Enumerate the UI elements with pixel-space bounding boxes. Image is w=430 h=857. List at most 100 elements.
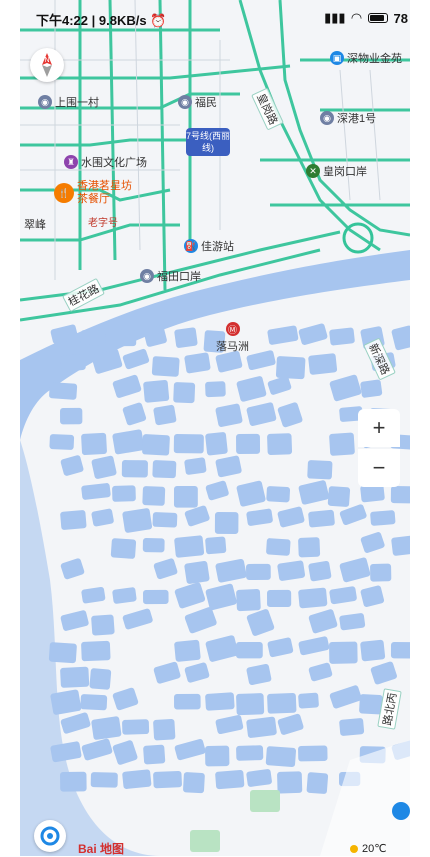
- fish-pond: [214, 512, 239, 534]
- fish-pond: [267, 692, 297, 714]
- fish-pond: [390, 642, 410, 659]
- fish-pond: [360, 379, 383, 398]
- fish-pond: [153, 404, 177, 426]
- fish-pond: [173, 486, 198, 508]
- signal-icon: ▮▮▮: [324, 10, 346, 25]
- map-canvas[interactable]: ◉ 上围一村 ◉ 福民 ▣ 深物业金苑 ◉ 深港1号 ✕ 皇岗口岸 ♜ 水围文化…: [20, 0, 410, 856]
- poi-jiayou[interactable]: ⛽ 佳游站: [184, 238, 234, 254]
- fish-pond: [266, 538, 291, 556]
- fish-pond: [236, 693, 265, 716]
- fish-pond: [142, 434, 170, 456]
- fish-pond: [60, 666, 90, 688]
- fish-pond: [266, 486, 291, 503]
- locate-button[interactable]: [34, 820, 66, 852]
- fish-pond: [236, 641, 263, 659]
- fish-pond: [236, 745, 264, 761]
- place-icon: ◉: [320, 111, 334, 125]
- fish-pond: [49, 382, 78, 400]
- compass-button[interactable]: N: [30, 48, 64, 82]
- fish-pond: [174, 639, 201, 662]
- restaurant-icon: 🍴: [54, 183, 74, 203]
- locate-icon: [40, 826, 60, 846]
- baidu-map-logo: Bai 地图: [78, 842, 125, 856]
- poi-label: 深物业金苑: [347, 53, 402, 65]
- fish-pond: [298, 587, 328, 609]
- building-icon: ▣: [330, 51, 344, 65]
- poi-luomazhou[interactable]: Ⓜ 落马洲: [216, 322, 249, 354]
- fish-pond: [174, 693, 201, 710]
- fish-pond: [183, 772, 205, 794]
- fish-pond: [308, 509, 335, 528]
- poi-water-plaza[interactable]: ♜ 水围文化广场: [64, 154, 147, 170]
- fish-pond: [121, 460, 148, 478]
- fish-pond: [143, 589, 169, 605]
- fish-pond: [370, 510, 396, 526]
- fish-pond: [110, 538, 137, 559]
- fish-pond: [360, 639, 386, 662]
- alarm-icon: ⏰: [150, 13, 167, 28]
- fish-pond: [298, 692, 319, 709]
- fish-pond: [153, 770, 182, 789]
- poi-huanggang-port[interactable]: ✕ 皇岗口岸: [306, 163, 367, 179]
- poi-label: 上围一村: [55, 97, 99, 109]
- fish-pond: [60, 771, 87, 792]
- poi-hk-restaurant[interactable]: 🍴 香港茗星坊 茶餐厅: [54, 180, 132, 206]
- status-bar: 下午4:22 | 9.8KB/s ⏰ ▮▮▮ ◠ 78: [36, 10, 408, 28]
- fish-pond: [152, 460, 177, 479]
- fish-pond: [173, 434, 204, 454]
- poi-shengang[interactable]: ◉ 深港1号: [320, 110, 376, 126]
- place-icon: ◉: [38, 95, 52, 109]
- poi-old-brand: 老字号: [88, 218, 118, 229]
- fish-pond: [60, 510, 87, 530]
- poi-label: 香港茗星坊 茶餐厅: [77, 180, 132, 205]
- poi-fumin[interactable]: ◉ 福民: [178, 94, 217, 110]
- fish-pond: [122, 769, 152, 789]
- poi-label: 福民: [195, 97, 217, 109]
- fish-pond: [173, 382, 196, 404]
- temperature: 20℃: [362, 843, 387, 855]
- fish-pond: [246, 563, 271, 580]
- poi-label: 皇岗口岸: [323, 166, 367, 178]
- poi-futian-port[interactable]: ◉ 福田口岸: [140, 268, 201, 284]
- poi-shenwu[interactable]: ▣ 深物业金苑: [330, 50, 402, 66]
- fish-pond: [81, 432, 107, 456]
- zoom-in-button[interactable]: +: [358, 409, 400, 447]
- status-speed: 9.8KB/s: [98, 13, 147, 28]
- fish-pond: [308, 560, 332, 582]
- fish-pond: [90, 772, 118, 788]
- fish-pond: [236, 433, 261, 454]
- fish-pond: [151, 356, 180, 377]
- fish-pond: [142, 538, 165, 553]
- fish-pond: [184, 560, 210, 584]
- fish-pond: [89, 668, 112, 690]
- fish-pond: [143, 744, 166, 765]
- place-icon: ◉: [178, 95, 192, 109]
- fish-pond: [152, 512, 178, 528]
- fish-pond: [60, 354, 86, 372]
- zoom-out-button[interactable]: −: [358, 449, 400, 487]
- fish-pond: [246, 769, 272, 787]
- poi-cuifeng[interactable]: 翠峰: [24, 216, 46, 232]
- fish-pond: [205, 692, 235, 711]
- weather-widget[interactable]: 20℃: [350, 842, 387, 855]
- fish-pond: [205, 432, 228, 456]
- fish-pond: [307, 460, 333, 480]
- port-icon: ✕: [306, 164, 320, 178]
- minus-icon: −: [372, 455, 386, 480]
- fish-pond: [112, 485, 136, 502]
- fish-pond: [205, 536, 227, 555]
- sun-icon: [350, 844, 358, 853]
- poi-shangwei[interactable]: ◉ 上围一村: [38, 94, 99, 110]
- poi-label: 深港1号: [337, 113, 377, 125]
- compass-icon: N: [42, 53, 52, 77]
- fish-pond: [174, 327, 198, 348]
- wifi-icon: ◠: [351, 10, 362, 25]
- fish-pond: [91, 716, 122, 740]
- fish-pond: [329, 641, 358, 664]
- plus-icon: +: [372, 415, 386, 440]
- fish-pond: [184, 352, 211, 374]
- side-location-pin-icon[interactable]: [392, 802, 410, 820]
- fish-pond: [143, 379, 170, 403]
- fish-pond: [122, 508, 153, 533]
- fish-pond: [80, 694, 108, 711]
